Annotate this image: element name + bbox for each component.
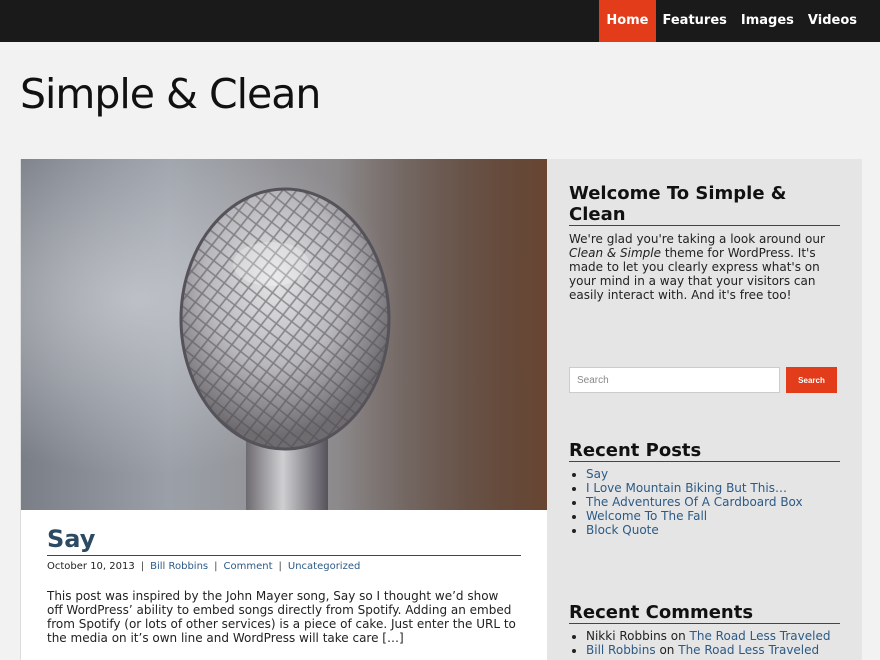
meta-separator: | (278, 561, 282, 572)
sidebar: Welcome To Simple & Clean We're glad you… (547, 159, 862, 660)
recent-posts-title: Recent Posts (569, 440, 840, 462)
welcome-text-part: We're glad you're taking a look around o… (569, 232, 825, 246)
post-meta: October 10, 2013 | Bill Robbins | Comment | Un… (47, 561, 360, 572)
top-navbar: Home Features Images Videos (0, 0, 880, 42)
comment-post-link[interactable]: The Road Less Traveled (690, 629, 831, 643)
post-excerpt: This post was inspired by the John Mayer… (47, 589, 516, 645)
comment-on-text: on (659, 643, 675, 657)
welcome-text-theme-name: Clean & Simple (569, 246, 662, 260)
meta-separator: | (214, 561, 218, 572)
nav-features[interactable]: Features (656, 0, 734, 42)
welcome-widget: Welcome To Simple & Clean We're glad you… (569, 183, 844, 302)
post-title: Say (47, 524, 521, 556)
search-button[interactable]: Search (786, 367, 837, 393)
welcome-widget-text: We're glad you're taking a look around o… (569, 232, 844, 302)
welcome-widget-title: Welcome To Simple & Clean (569, 183, 840, 226)
recent-comments-widget: Recent Comments Nikki Robbins on The Roa… (569, 602, 840, 657)
nav-home[interactable]: Home (599, 0, 656, 42)
microphone-photo (21, 159, 548, 510)
post-card: Say October 10, 2013 | Bill Robbins | Commen… (20, 159, 548, 660)
nav-images[interactable]: Images (734, 0, 801, 42)
recent-post-link[interactable]: Say (586, 467, 608, 481)
post-title-link[interactable]: Say (47, 525, 95, 553)
list-item: Welcome To The Fall (586, 509, 840, 523)
post-featured-image[interactable] (21, 159, 548, 510)
list-item: Say (586, 467, 840, 481)
post-author-link[interactable]: Bill Robbins (150, 561, 208, 572)
recent-post-link[interactable]: Block Quote (586, 523, 659, 537)
comment-author-link[interactable]: Bill Robbins (586, 643, 656, 657)
list-item: Nikki Robbins on The Road Less Traveled (586, 629, 840, 643)
comment-author: Nikki Robbins (586, 629, 667, 643)
list-item: The Adventures Of A Cardboard Box (586, 495, 840, 509)
main-nav: Home Features Images Videos (599, 0, 864, 42)
recent-posts-widget: Recent Posts Say I Love Mountain Biking … (569, 440, 840, 537)
comment-on-text: on (670, 629, 686, 643)
recent-post-link[interactable]: I Love Mountain Biking But This… (586, 481, 787, 495)
recent-post-link[interactable]: The Adventures Of A Cardboard Box (586, 495, 803, 509)
meta-separator: | (140, 561, 145, 572)
post-date: October 10, 2013 (47, 561, 135, 572)
post-comment-link[interactable]: Comment (224, 561, 273, 572)
list-item: Bill Robbins on The Road Less Traveled (586, 643, 840, 657)
site-title[interactable]: Simple & Clean (20, 70, 321, 118)
recent-posts-list: Say I Love Mountain Biking But This… The… (569, 467, 840, 537)
recent-comments-list: Nikki Robbins on The Road Less Traveled … (569, 629, 840, 657)
recent-post-link[interactable]: Welcome To The Fall (586, 509, 707, 523)
post-category-link[interactable]: Uncategorized (288, 561, 360, 572)
list-item: I Love Mountain Biking But This… (586, 481, 840, 495)
comment-post-link[interactable]: The Road Less Traveled (678, 643, 819, 657)
search-input[interactable] (569, 367, 780, 393)
recent-comments-title: Recent Comments (569, 602, 840, 624)
list-item: Block Quote (586, 523, 840, 537)
nav-videos[interactable]: Videos (801, 0, 864, 42)
